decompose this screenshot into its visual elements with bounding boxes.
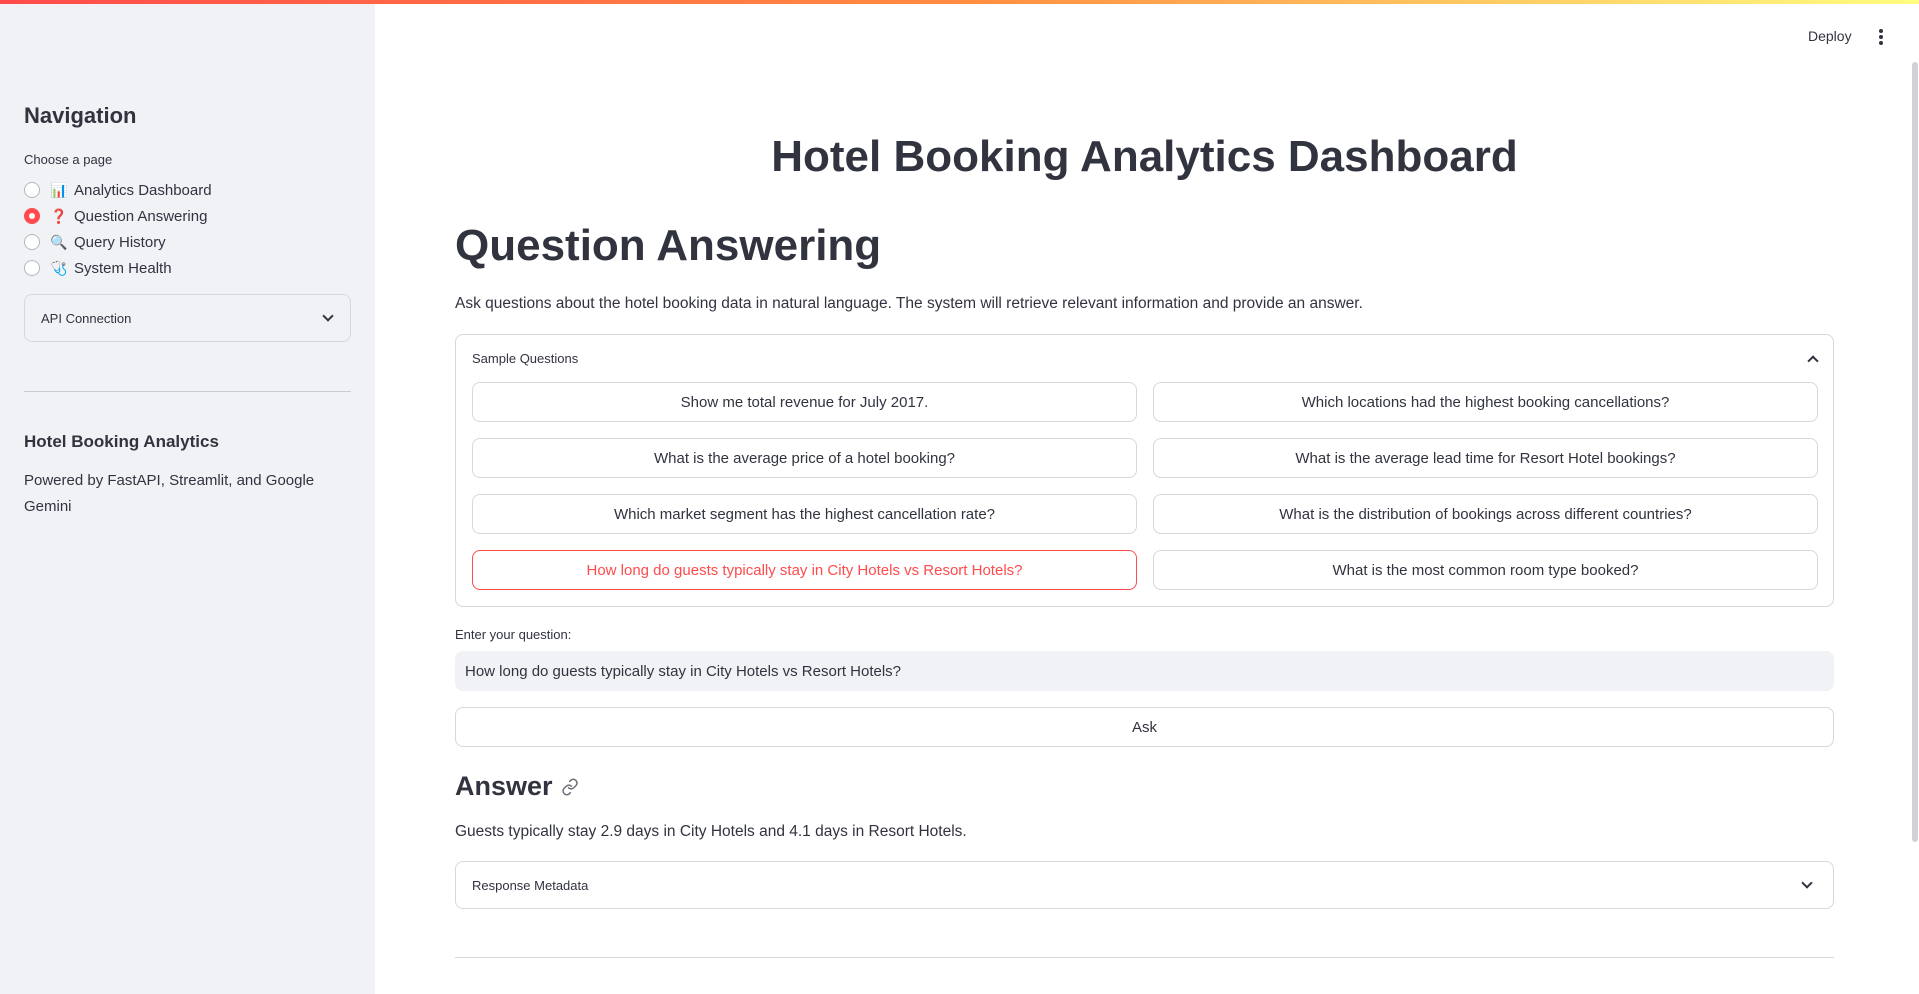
answer-text: Guests typically stay 2.9 days in City H… (455, 823, 967, 840)
sample-question-button[interactable]: Show me total revenue for July 2017. (472, 382, 1137, 422)
sidebar: Navigation Choose a page 📊 Analytics Das… (0, 0, 375, 994)
response-metadata-expander[interactable]: Response Metadata (455, 861, 1834, 909)
page-radio-label: Choose a page (24, 152, 113, 167)
radio-question-answering[interactable]: ❓ Question Answering (24, 203, 212, 229)
radio-analytics-dashboard[interactable]: 📊 Analytics Dashboard (24, 177, 212, 203)
radio-button[interactable] (24, 260, 40, 276)
chevron-up-icon (1807, 354, 1819, 367)
sample-question-button[interactable]: Which market segment has the highest can… (472, 494, 1137, 534)
chevron-down-icon (322, 310, 334, 322)
section-title: Question Answering (455, 221, 882, 270)
radio-button[interactable] (24, 234, 40, 250)
sample-question-button[interactable]: What is the most common room type booked… (1153, 550, 1818, 590)
radio-query-history[interactable]: 🔍 Query History (24, 229, 212, 255)
expander-label: Sample Questions (472, 351, 579, 366)
page-radio-group: 📊 Analytics Dashboard ❓ Question Answeri… (24, 177, 212, 281)
ask-button[interactable]: Ask (455, 707, 1834, 747)
question-input[interactable] (455, 651, 1834, 691)
sample-question-button[interactable]: What is the average lead time for Resort… (1153, 438, 1818, 478)
sample-question-button[interactable]: Which locations had the highest booking … (1153, 382, 1818, 422)
scrollbar-thumb[interactable] (1912, 62, 1918, 842)
sidebar-app-title: Hotel Booking Analytics (24, 432, 219, 451)
powered-by-text: Powered by FastAPI, Streamlit, and Googl… (24, 472, 315, 515)
sample-question-button[interactable]: What is the distribution of bookings acr… (1153, 494, 1818, 534)
sidebar-nav-title: Navigation (24, 103, 137, 128)
expander-label: API Connection (41, 310, 132, 326)
top-decoration-bar (0, 0, 1919, 4)
radio-label: Analytics Dashboard (74, 181, 212, 199)
deploy-button[interactable]: Deploy (1808, 28, 1852, 44)
sample-questions-header[interactable]: Sample Questions (472, 351, 1819, 367)
radio-button-selected[interactable] (24, 208, 40, 224)
sidebar-divider (24, 391, 351, 392)
bar-chart-icon: 📊 (50, 181, 68, 198)
question-mark-icon: ❓ (50, 207, 68, 224)
stethoscope-icon: 🩺 (50, 259, 68, 276)
section-description: Ask questions about the hotel booking da… (455, 295, 1363, 312)
sample-question-button-active[interactable]: How long do guests typically stay in Cit… (472, 550, 1137, 590)
link-icon[interactable] (561, 778, 579, 796)
page-title: Hotel Booking Analytics Dashboard (771, 132, 1518, 181)
question-input-label: Enter your question: (455, 627, 572, 642)
api-connection-expander[interactable]: API Connection (24, 294, 351, 342)
radio-label: Query History (74, 233, 166, 251)
radio-label: Question Answering (74, 207, 208, 225)
sample-questions-expander: Sample Questions Show me total revenue f… (455, 334, 1834, 607)
sample-question-button[interactable]: What is the average price of a hotel boo… (472, 438, 1137, 478)
radio-label: System Health (74, 259, 172, 277)
chevron-down-icon (1801, 877, 1813, 889)
radio-button[interactable] (24, 182, 40, 198)
main-divider (455, 957, 1834, 958)
answer-heading: Answer (455, 771, 579, 802)
expander-label: Response Metadata (472, 877, 589, 893)
answer-heading-text: Answer (455, 771, 553, 801)
radio-system-health[interactable]: 🩺 System Health (24, 255, 212, 281)
kebab-menu-icon[interactable] (1878, 29, 1884, 45)
magnifier-icon: 🔍 (50, 233, 68, 250)
